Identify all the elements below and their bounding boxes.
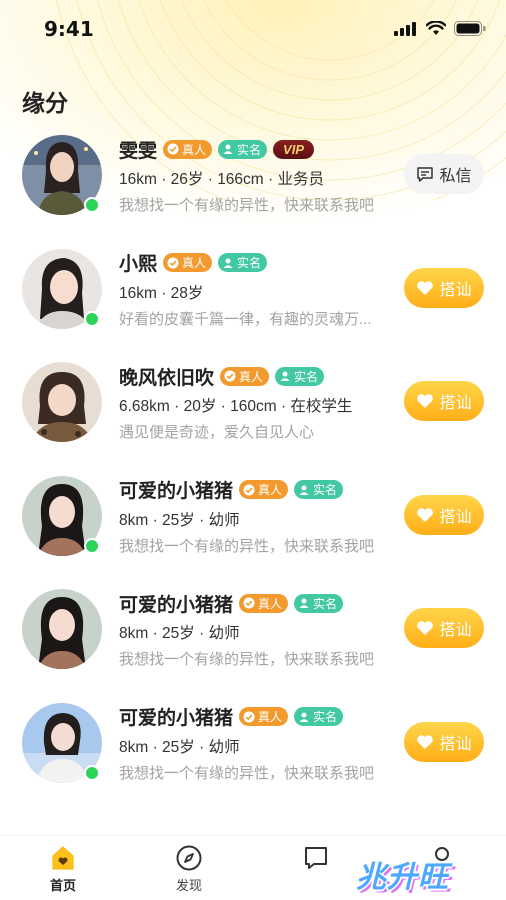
person-icon — [223, 258, 233, 268]
verified-check-icon — [167, 143, 179, 155]
greet-button[interactable]: 搭讪 — [404, 267, 484, 308]
user-bio: 我想找一个有缘的异性，快来联系我吧 — [119, 764, 375, 782]
tab-messages[interactable] — [286, 844, 346, 875]
heart-icon — [417, 280, 434, 295]
home-icon — [52, 846, 74, 870]
heart-icon — [417, 621, 434, 635]
message-button[interactable]: 私信 — [404, 154, 484, 194]
real-name-badge: 实名 — [294, 707, 344, 726]
vip-badge: VIP — [273, 139, 315, 159]
avatar[interactable] — [22, 589, 102, 669]
user-name: 雯雯 — [119, 140, 158, 162]
person-icon — [299, 712, 309, 722]
cellular-signal-icon — [394, 21, 416, 36]
real-person-badge: 真人 — [163, 139, 213, 159]
online-status-indicator — [84, 310, 100, 327]
wifi-icon — [426, 21, 446, 35]
real-name-badge: 实名 — [218, 139, 268, 159]
avatar[interactable] — [22, 135, 102, 215]
heart-icon — [417, 507, 434, 522]
real-name-badge: 实名 — [294, 480, 344, 499]
user-list: 雯雯 真人 实名 VIP 16km · 26岁 · 166cm · 业务员 我想… — [0, 128, 506, 809]
user-name: 晚风依旧吹 — [119, 367, 215, 389]
page-title: 缘分 — [22, 90, 68, 116]
verified-check-icon — [224, 370, 236, 382]
message-icon — [305, 847, 327, 869]
real-person-badge: 真人 — [220, 366, 270, 386]
real-person-badge: 真人 — [163, 253, 213, 272]
user-bio: 好看的皮囊千篇一律，有趣的灵魂万... — [119, 310, 372, 328]
online-status-indicator — [84, 764, 100, 781]
user-info: 8km · 25岁 · 幼师 — [119, 625, 240, 642]
avatar[interactable] — [22, 702, 102, 783]
avatar[interactable] — [22, 362, 102, 442]
watermark-logo: 兆升旺 — [356, 861, 449, 894]
user-info: 8km · 25岁 · 幼师 — [119, 511, 240, 529]
user-name: 可爱的小猪猪 — [119, 594, 234, 616]
person-icon — [223, 144, 233, 154]
user-info: 8km · 25岁 · 幼师 — [119, 738, 240, 756]
status-time: 9:41 — [44, 17, 94, 41]
avatar[interactable] — [22, 475, 102, 556]
avatar-image — [22, 589, 102, 669]
user-bio: 我想找一个有缘的异性，快来联系我吧 — [119, 651, 375, 668]
greet-button[interactable]: 搭讪 — [404, 608, 484, 648]
chat-bubble-icon — [417, 167, 434, 182]
real-person-badge: 真人 — [239, 480, 289, 499]
user-info: 6.68km · 20岁 · 160cm · 在校学生 — [119, 398, 353, 415]
avatar[interactable] — [22, 248, 102, 329]
real-person-badge: 真人 — [239, 707, 289, 726]
user-bio: 遇见便是奇迹，爱久自见人心 — [119, 424, 315, 441]
user-card[interactable]: 晚风依旧吹 真人 实名 6.68km · 20岁 · 160cm · 在校学生 … — [0, 355, 506, 469]
compass-icon — [176, 845, 202, 871]
user-card[interactable]: 小熙 真人 实名 16km · 28岁 好看的皮囊千篇一律，有趣的灵魂万... … — [0, 242, 506, 356]
real-name-badge: 实名 — [294, 593, 344, 613]
user-info: 16km · 28岁 — [119, 284, 204, 302]
avatar-image — [22, 362, 102, 442]
heart-icon — [417, 394, 434, 408]
user-card[interactable]: 雯雯 真人 实名 VIP 16km · 26岁 · 166cm · 业务员 我想… — [0, 128, 506, 242]
online-status-indicator — [84, 537, 100, 554]
user-name: 小熙 — [119, 254, 158, 275]
online-status-indicator — [84, 197, 100, 213]
user-name: 可爱的小猪猪 — [119, 708, 234, 729]
verified-check-icon — [167, 257, 179, 268]
user-card[interactable]: 可爱的小猪猪 真人 实名 8km · 25岁 · 幼师 我想找一个有缘的异性，快… — [0, 582, 506, 696]
person-icon — [299, 598, 309, 608]
status-bar: 9:41 — [0, 0, 506, 60]
user-card[interactable]: 可爱的小猪猪 真人 实名 8km · 25岁 · 幼师 我想找一个有缘的异性，快… — [0, 696, 506, 810]
verified-check-icon — [243, 597, 255, 609]
user-bio: 我想找一个有缘的异性，快来联系我吧 — [119, 197, 375, 214]
user-bio: 我想找一个有缘的异性，快来联系我吧 — [119, 537, 375, 555]
verified-check-icon — [243, 711, 255, 722]
greet-button[interactable]: 搭讪 — [404, 381, 484, 421]
battery-icon — [454, 21, 486, 36]
user-info: 16km · 26岁 · 166cm · 业务员 — [119, 171, 324, 188]
tab-home[interactable]: 首页 — [33, 844, 93, 894]
user-name: 可爱的小猪猪 — [119, 481, 234, 502]
verified-check-icon — [243, 484, 255, 495]
real-name-badge: 实名 — [275, 366, 325, 386]
person-icon — [280, 371, 290, 381]
person-icon — [299, 485, 309, 495]
real-name-badge: 实名 — [218, 253, 268, 272]
user-card[interactable]: 可爱的小猪猪 真人 实名 8km · 25岁 · 幼师 我想找一个有缘的异性，快… — [0, 469, 506, 583]
tab-discover[interactable]: 发现 — [159, 844, 219, 894]
greet-button[interactable]: 搭讪 — [404, 721, 484, 762]
real-person-badge: 真人 — [239, 593, 289, 613]
heart-icon — [417, 734, 434, 749]
greet-button[interactable]: 搭讪 — [404, 494, 484, 535]
